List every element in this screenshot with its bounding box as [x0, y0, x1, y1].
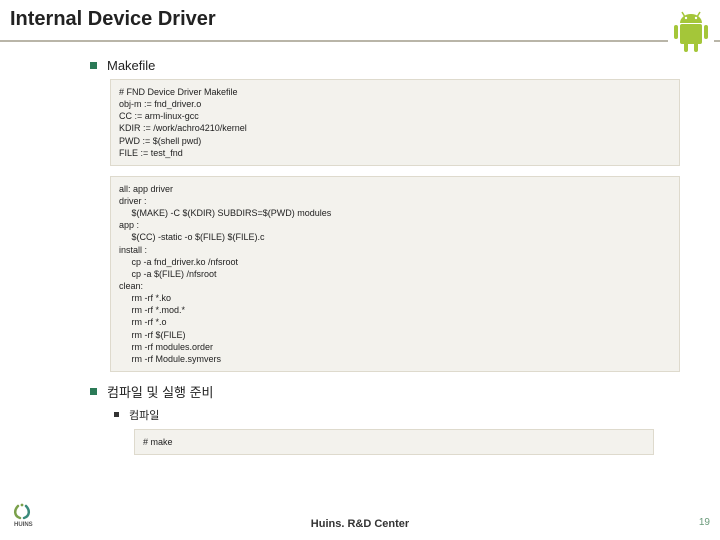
slide: Internal Device Driver Makefile # FND De	[0, 0, 720, 540]
bullet-makefile: Makefile	[90, 58, 680, 73]
compile-label: 컴파일 및 실행 준비	[107, 382, 214, 401]
android-icon	[668, 8, 714, 56]
codebox-makefile-body: all: app driver driver : $(MAKE) -C $(KD…	[110, 176, 680, 372]
compile-sub-label: 컴파일	[129, 407, 159, 423]
bullet-compile: 컴파일 및 실행 준비	[90, 382, 680, 401]
title-divider	[0, 40, 720, 42]
bullet-icon	[90, 62, 97, 69]
bullet-icon-small	[114, 412, 119, 417]
bullet-icon	[90, 388, 97, 395]
footer-center-text: Huins. R&D Center	[0, 518, 720, 530]
bullet-compile-sub: 컴파일	[114, 407, 680, 423]
codebox-makefile-header: # FND Device Driver Makefile obj-m := fn…	[110, 79, 680, 166]
content-area: Makefile # FND Device Driver Makefile ob…	[90, 58, 680, 465]
makefile-label: Makefile	[107, 58, 155, 73]
page-title: Internal Device Driver	[10, 8, 216, 31]
codebox-make-cmd: # make	[134, 429, 654, 455]
page-number: 19	[699, 517, 710, 528]
